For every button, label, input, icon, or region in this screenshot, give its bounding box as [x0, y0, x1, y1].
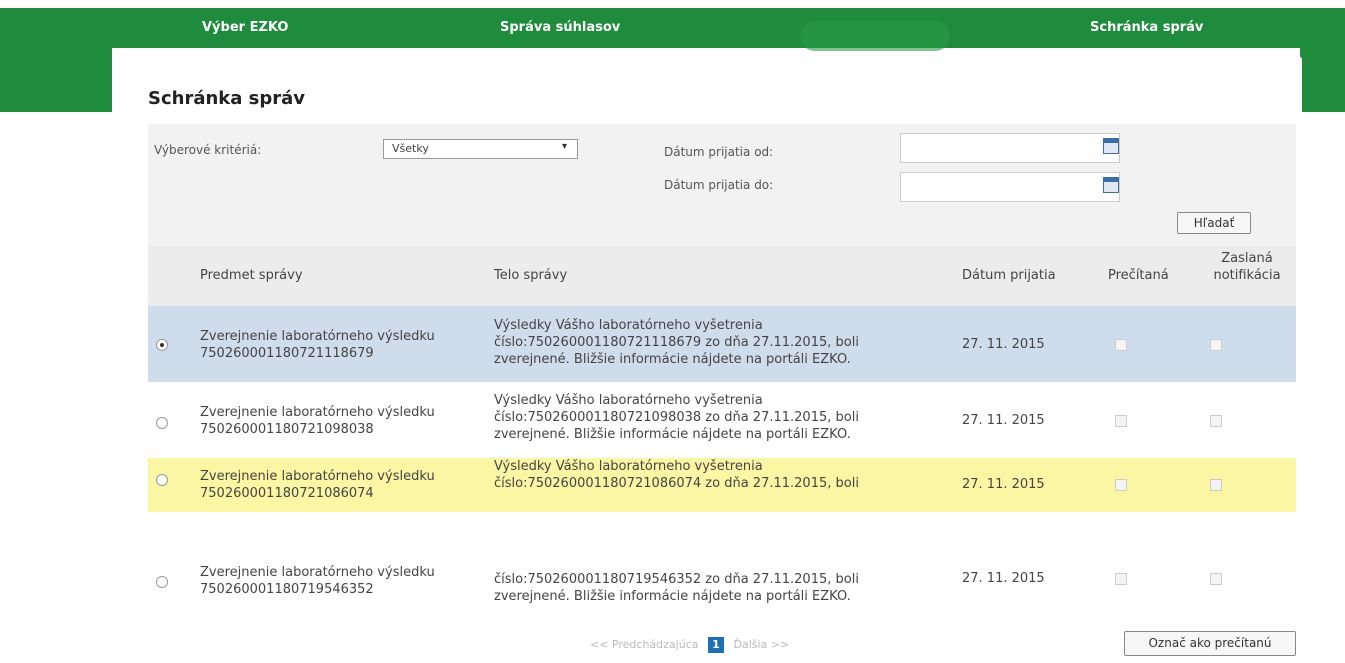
header-right-band — [1300, 48, 1345, 112]
notification-checkbox — [1210, 479, 1222, 491]
read-checkbox — [1115, 573, 1127, 585]
table-header: Predmet správy Telo správy Dátum prijati… — [148, 246, 1296, 306]
subject-line: 750260001180719546352 — [200, 582, 374, 597]
column-header-read: Prečítaná — [1108, 268, 1169, 283]
date-from-field[interactable] — [900, 133, 1120, 163]
read-checkbox — [1115, 415, 1127, 427]
row-radio[interactable] — [156, 576, 168, 588]
row-body: Výsledky Vášho laboratórneho vyšetrenia … — [494, 392, 859, 443]
notification-checkbox — [1210, 415, 1222, 427]
date-from-label: Dátum prijatia od: — [664, 145, 774, 159]
subject-line: Zverejnenie laboratórneho výsledku — [200, 405, 435, 420]
subject-line: Zverejnenie laboratórneho výsledku — [200, 565, 435, 580]
table-row[interactable]: Zverejnenie laboratórneho výsledku 75026… — [148, 382, 1296, 458]
mark-as-read-button[interactable]: Označ ako prečítanú — [1124, 631, 1296, 656]
row-subject: Zverejnenie laboratórneho výsledku 75026… — [200, 328, 435, 362]
pagination: << Predchádzajúca 1 Ďalšia >> — [590, 637, 789, 653]
row-radio[interactable] — [156, 417, 168, 429]
column-header-subject: Predmet správy — [200, 268, 303, 283]
nav-item-sprava-suhlasov[interactable]: Správa súhlasov — [500, 20, 620, 35]
subject-line: Zverejnenie laboratórneho výsledku — [200, 329, 435, 344]
pager-prev-link[interactable]: << Predchádzajúca — [590, 638, 698, 651]
date-to-label: Dátum prijatia do: — [664, 178, 774, 192]
row-subject: Zverejnenie laboratórneho výsledku 75026… — [200, 404, 435, 438]
header-left-band — [0, 48, 112, 112]
row-date: 27. 11. 2015 — [962, 337, 1045, 352]
pager-next-link[interactable]: Ďalšia >> — [733, 638, 789, 651]
nav-item-vyber-ezko[interactable]: Výber EZKO — [202, 20, 288, 35]
subject-line: 750260001180721098038 — [200, 422, 374, 437]
subject-line: Zverejnenie laboratórneho výsledku — [200, 469, 435, 484]
subject-line: 750260001180721086074 — [200, 486, 374, 501]
column-header-notification: Zaslaná notifikácia — [1213, 251, 1281, 283]
page-title: Schránka správ — [148, 88, 306, 109]
calendar-icon[interactable] — [1103, 177, 1119, 193]
nav-highlight — [800, 21, 950, 51]
column-header-date: Dátum prijatia — [962, 268, 1056, 283]
notification-checkbox — [1210, 339, 1222, 351]
body-line: zverejnené. Bližšie informácie nájdete n… — [494, 352, 851, 367]
row-body: Výsledky Vášho laboratórneho vyšetrenia … — [494, 317, 859, 368]
blank-overlay — [422, 512, 1345, 568]
table-row[interactable]: Zverejnenie laboratórneho výsledku 75026… — [148, 306, 1296, 382]
body-line: číslo:750260001180721086074 zo dňa 27.11… — [494, 476, 859, 491]
notification-checkbox — [1210, 573, 1222, 585]
subject-line: 750260001180721118679 — [200, 346, 374, 361]
row-body: Výsledky Vášho laboratórneho vyšetrenia … — [494, 458, 859, 492]
row-subject: Zverejnenie laboratórneho výsledku 75026… — [200, 468, 435, 502]
row-radio[interactable] — [156, 339, 168, 351]
criteria-select-value: Všetky — [392, 142, 429, 155]
calendar-icon[interactable] — [1103, 138, 1119, 154]
table-row[interactable]: Zverejnenie laboratórneho výsledku 75026… — [148, 564, 1296, 636]
body-line: zverejnené. Bližšie informácie nájdete n… — [494, 427, 851, 442]
criteria-label: Výberové kritériá: — [154, 143, 262, 157]
pager-current-page[interactable]: 1 — [707, 637, 724, 653]
read-checkbox — [1115, 479, 1127, 491]
nav-item-schranka-sprav[interactable]: Schránka správ — [1090, 20, 1203, 35]
body-line: číslo:750260001180719546352 zo dňa 27.11… — [494, 572, 859, 587]
body-line: číslo:750260001180721098038 zo dňa 27.11… — [494, 410, 859, 425]
row-date: 27. 11. 2015 — [962, 571, 1045, 586]
column-header-body: Telo správy — [494, 268, 568, 283]
row-date: 27. 11. 2015 — [962, 477, 1045, 492]
date-to-field[interactable] — [900, 172, 1120, 202]
body-line: Výsledky Vášho laboratórneho vyšetrenia — [494, 459, 763, 474]
chevron-down-icon: ▾ — [561, 141, 567, 152]
row-subject: Zverejnenie laboratórneho výsledku 75026… — [200, 564, 435, 598]
body-line: zverejnené. Bližšie informácie nájdete n… — [494, 589, 851, 604]
criteria-select[interactable]: Všetky ▾ — [383, 139, 578, 159]
body-line: číslo:750260001180721118679 zo dňa 27.11… — [494, 335, 859, 350]
read-checkbox — [1115, 339, 1127, 351]
body-line: Výsledky Vášho laboratórneho vyšetrenia — [494, 393, 763, 408]
row-date: 27. 11. 2015 — [962, 413, 1045, 428]
search-button[interactable]: Hľadať — [1177, 212, 1251, 234]
body-line: Výsledky Vášho laboratórneho vyšetrenia — [494, 318, 763, 333]
row-radio[interactable] — [156, 474, 168, 486]
